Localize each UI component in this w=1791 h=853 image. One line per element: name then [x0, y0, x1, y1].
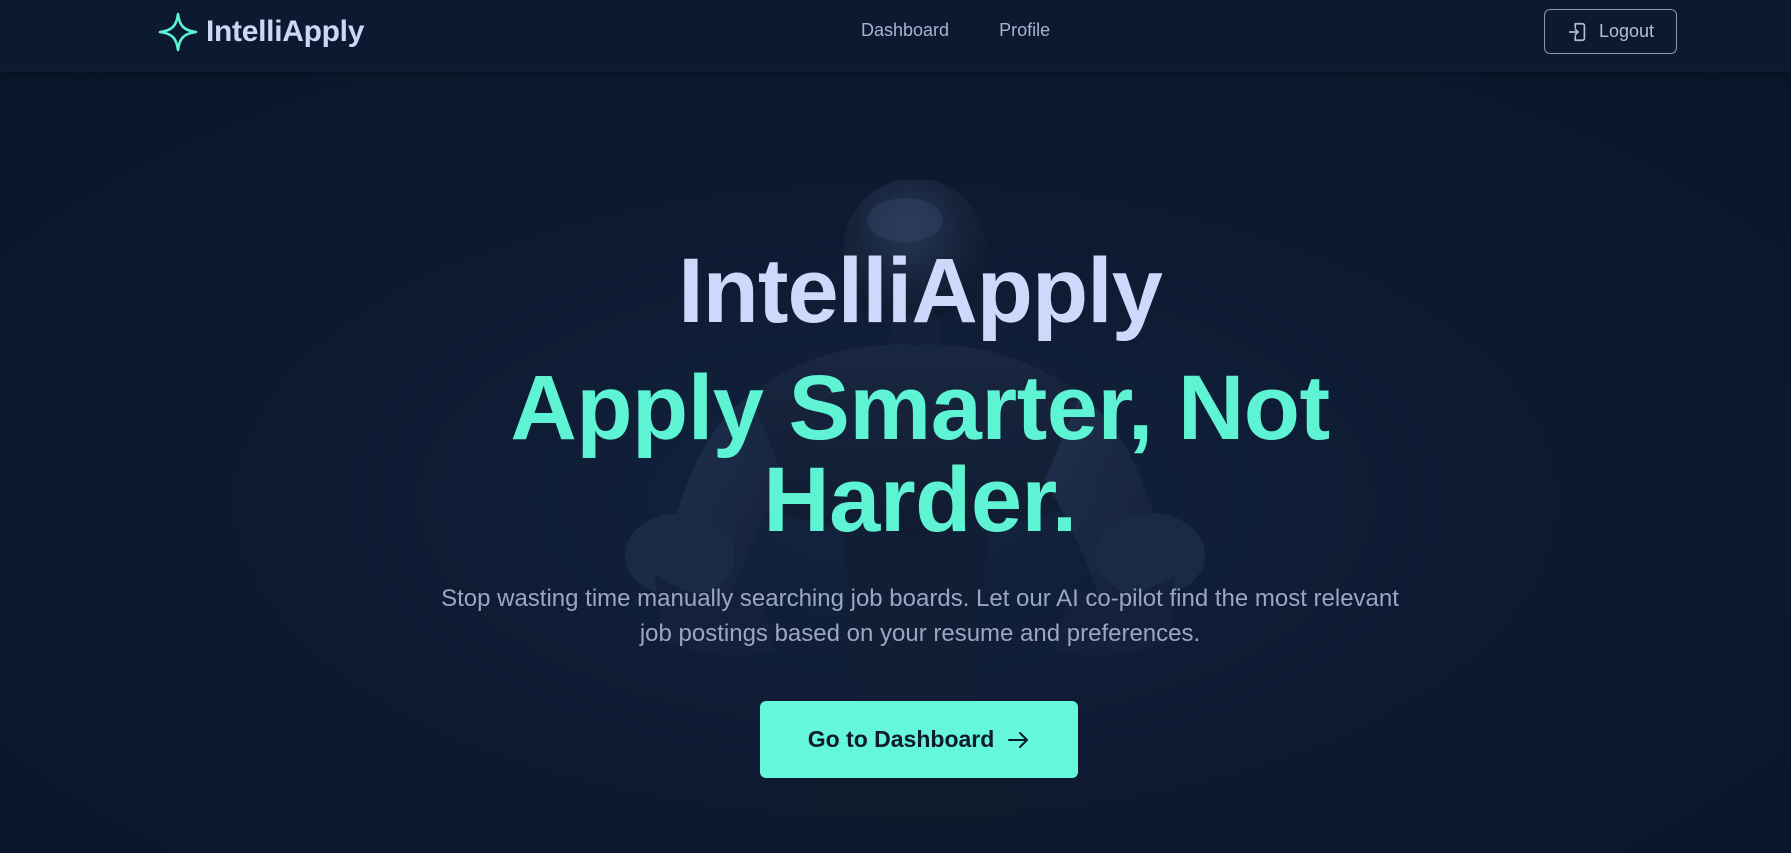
logout-door-icon — [1567, 21, 1589, 43]
brand-logo[interactable]: IntelliApply — [158, 11, 364, 53]
hero-title: IntelliApply — [678, 240, 1163, 342]
nav-links: Dashboard Profile — [861, 20, 1050, 41]
cta-label: Go to Dashboard — [807, 726, 995, 752]
top-navbar: IntelliApply Dashboard Profile Logout — [0, 0, 1791, 72]
go-to-dashboard-button[interactable]: Go to Dashboard — [760, 701, 1078, 778]
hero-description: Stop wasting time manually searching job… — [441, 585, 1399, 647]
nav-link-dashboard[interactable]: Dashboard — [861, 20, 949, 41]
hero-tagline: Apply Smarter, Not Harder. — [510, 357, 1330, 551]
logout-label: Logout — [1598, 21, 1655, 41]
nav-link-profile[interactable]: Profile — [999, 20, 1050, 41]
logout-button[interactable]: Logout — [1544, 9, 1677, 54]
sparkle-star-icon — [158, 12, 198, 52]
arrow-right-icon — [1006, 728, 1030, 752]
landing-page: IntelliApply Dashboard Profile Logout In… — [0, 0, 1791, 853]
hero-section: IntelliApply Apply Smarter, Not Harder. … — [0, 0, 1791, 853]
brand-name: IntelliApply — [206, 15, 365, 48]
